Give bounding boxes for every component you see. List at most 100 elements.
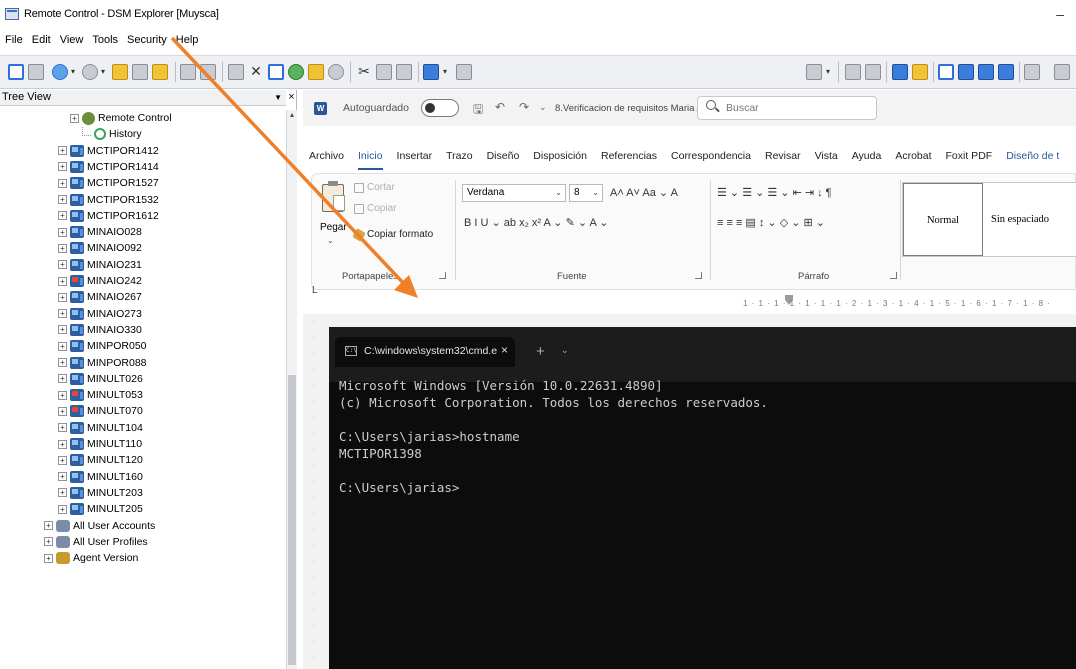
ribbon-tab[interactable]: Disposición [533,150,587,170]
tab-dropdown-button[interactable]: ⌄ [561,345,569,356]
tree-item[interactable]: + MINULT026 [58,371,143,387]
font-name-select[interactable]: Verdana ⌄ [462,184,566,202]
terminal-output[interactable]: Microsoft Windows [Versión 10.0.22631.48… [339,377,1069,496]
frame-icon[interactable] [938,64,954,80]
tree-item[interactable]: + MCTIPOR1532 [58,192,159,208]
tree-item[interactable]: + MINPOR050 [58,338,147,354]
monitor-dropdown-icon[interactable]: ▾ [443,67,447,76]
expand-icon[interactable]: + [58,439,67,449]
tree-item[interactable]: + MINULT160 [58,469,143,485]
tree-item[interactable]: + MINAIO267 [58,289,142,305]
expand-icon[interactable]: + [58,276,67,286]
expand-icon[interactable]: + [70,113,79,123]
expand-icon[interactable]: + [58,423,67,433]
tree-item[interactable]: + All User Profiles [44,534,148,550]
tree-item[interactable]: + MINPOR088 [58,355,147,371]
folder-icon[interactable] [152,64,168,80]
back-dropdown-icon[interactable]: ▾ [71,67,75,76]
ribbon-tab[interactable]: Acrobat [895,150,931,170]
ribbon-tab[interactable]: Vista [815,150,838,170]
expand-icon[interactable]: + [44,537,53,547]
user-icon[interactable] [308,64,324,80]
expand-icon[interactable]: + [58,309,67,319]
ribbon-tab[interactable]: Insertar [397,150,433,170]
tree-item[interactable]: + MINAIO092 [58,240,142,256]
ribbon-tab[interactable]: Correspondencia [671,150,751,170]
style-normal[interactable]: Normal [903,183,983,256]
menu-edit[interactable]: Edit [32,34,51,52]
ribbon-tab[interactable]: Diseño de t [1006,150,1059,170]
paste-button[interactable]: Pegar [320,222,347,233]
settings-icon[interactable] [228,64,244,80]
ribbon-tab[interactable]: Ayuda [852,150,882,170]
expand-icon[interactable]: + [58,146,67,156]
export-icon[interactable] [456,64,472,80]
scroll-thumb[interactable] [288,375,296,665]
properties-icon[interactable] [28,64,44,80]
globe-icon[interactable] [288,64,304,80]
chart-icon[interactable] [978,64,994,80]
expand-icon[interactable]: + [58,455,67,465]
tree-item[interactable]: + MINULT053 [58,387,143,403]
expand-icon[interactable]: + [58,211,67,221]
copy-icon[interactable] [376,64,392,80]
undo-icon[interactable]: ↶ [495,100,505,114]
expand-icon[interactable]: + [58,260,67,270]
forward-dropdown-icon[interactable]: ▾ [101,67,105,76]
link-icon[interactable] [845,64,861,80]
monitor-icon[interactable] [423,64,439,80]
print-icon[interactable] [1024,64,1040,80]
ribbon-tab[interactable]: Archivo [309,150,344,170]
tree-item[interactable]: + MINAIO242 [58,273,142,289]
tree-item[interactable]: + MINULT104 [58,420,143,436]
expand-icon[interactable]: + [58,325,67,335]
tree-item[interactable]: + MINULT070 [58,403,143,419]
find-icon[interactable] [806,64,822,80]
minimize-button[interactable]: – [1056,6,1064,22]
paragraph-launcher-icon[interactable] [890,272,897,279]
tree-scrollbar[interactable]: ▲ [286,110,297,669]
expand-icon[interactable]: + [58,243,67,253]
tree-item[interactable]: + MINULT110 [58,436,142,452]
expand-icon[interactable]: + [58,195,67,204]
expand-icon[interactable]: + [58,178,67,188]
scroll-up-icon[interactable]: ▲ [287,112,297,119]
expand-icon[interactable]: + [58,162,67,172]
format-painter-button[interactable]: Copiar formato [352,227,433,242]
search-input[interactable]: Buscar [697,96,877,120]
tree-item[interactable]: + Remote Control [70,110,172,126]
expand-icon[interactable]: + [44,553,53,563]
refresh-icon[interactable] [132,64,148,80]
overflow-icon[interactable] [1054,64,1070,80]
terminal-tab[interactable]: C:\ C:\windows\system32\cmd.e × [335,337,515,367]
expand-icon[interactable]: + [58,406,67,416]
ribbon-tab[interactable]: Revisar [765,150,801,170]
ribbon-tab[interactable]: Referencias [601,150,657,170]
tree-item[interactable]: + MINULT203 [58,485,143,501]
ribbon-tab[interactable]: Foxit PDF [946,150,993,170]
tree-item[interactable]: + Agent Version [44,550,138,566]
alignment-controls[interactable]: ≡ ≡ ≡ ▤ ↕ ⌄ ◇ ⌄ ⊞ ⌄ [717,216,825,229]
tree-item[interactable]: + MCTIPOR1612 [58,208,159,224]
tree-item[interactable]: History [82,126,142,142]
expand-icon[interactable]: + [58,488,67,498]
menu-tools[interactable]: Tools [92,34,118,52]
tree-view-dropdown[interactable]: Tree View ▼ [0,90,286,106]
back-icon[interactable] [52,64,68,80]
tree-item[interactable]: + MCTIPOR1414 [58,159,159,175]
font-launcher-icon[interactable] [695,272,702,279]
window-icon[interactable] [268,64,284,80]
tree-item[interactable]: + MINAIO273 [58,306,142,322]
key-icon[interactable] [912,64,928,80]
expand-icon[interactable]: + [58,227,67,237]
expand-icon[interactable]: + [58,390,67,400]
tree-item[interactable]: + MINAIO330 [58,322,142,338]
search-icon[interactable] [328,64,344,80]
menu-view[interactable]: View [60,34,84,52]
menu-help[interactable]: Help [176,34,199,52]
forward-icon[interactable] [82,64,98,80]
font-size-controls[interactable]: A˄ A˅ Aa ⌄ A [610,186,678,199]
new-tab-button[interactable]: + [536,343,545,360]
font-format-controls[interactable]: B I U ⌄ ab x₂ x² A ⌄ ✎ ⌄ A ⌄ [464,216,609,229]
new-window-icon[interactable] [8,64,24,80]
